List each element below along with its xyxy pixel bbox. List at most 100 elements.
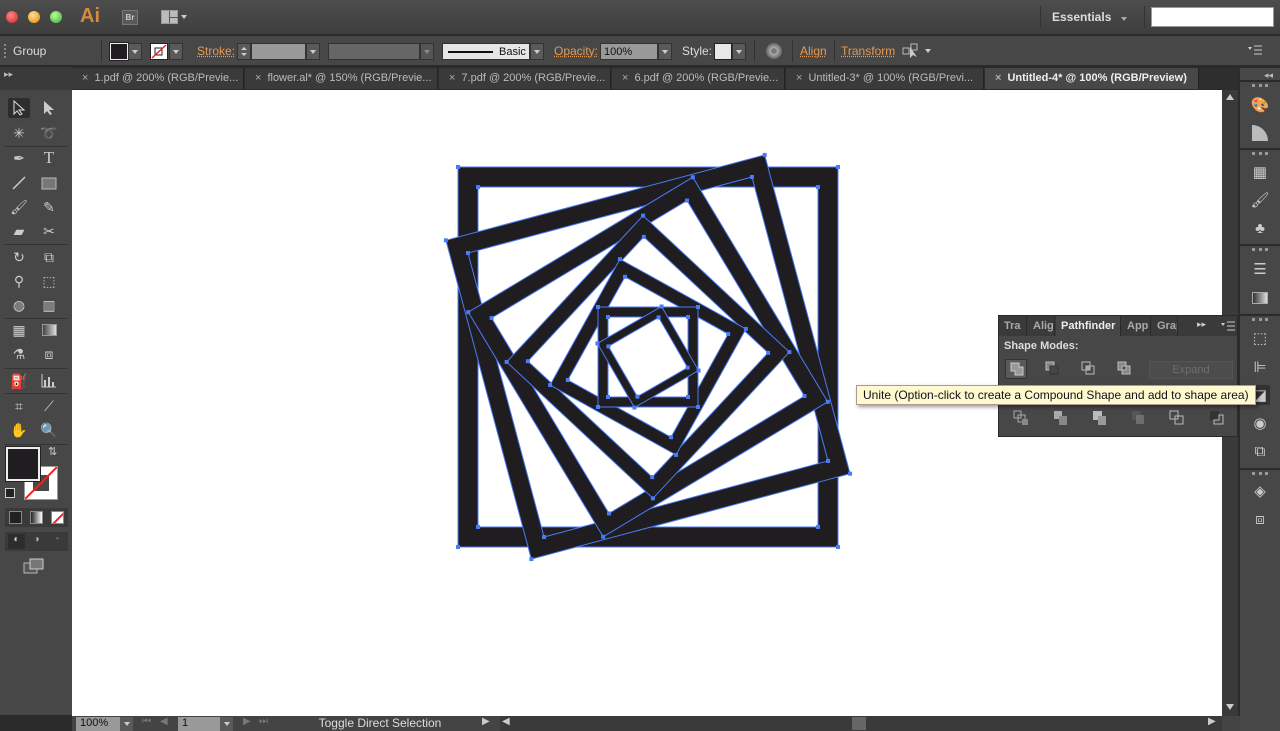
anchor-point[interactable] (685, 198, 690, 203)
isolate-group-icon[interactable] (902, 43, 920, 59)
line-segment-tool[interactable] (8, 173, 30, 193)
anchor-point[interactable] (641, 213, 646, 218)
fill-dropdown[interactable] (128, 43, 142, 60)
tab-untitled-4[interactable]: × Untitled-4* @ 100% (RGB/Preview) (985, 68, 1199, 89)
close-tab-icon[interactable]: × (255, 72, 261, 84)
color-mode-button[interactable] (9, 511, 22, 524)
align-panel-icon[interactable]: ⊫ (1250, 357, 1270, 377)
column-graph-tool[interactable] (38, 371, 60, 391)
status-message[interactable]: Toggle Direct Selection (280, 716, 480, 731)
stroke-weight-field[interactable] (251, 43, 306, 60)
perspective-grid-tool[interactable]: ▥ (38, 295, 60, 315)
anchor-point[interactable] (749, 174, 754, 179)
scroll-down-icon[interactable] (1226, 704, 1234, 710)
anchor-point[interactable] (606, 315, 610, 319)
eyedropper-tool[interactable]: ⚗ (8, 344, 30, 364)
scroll-right-icon[interactable]: ▶ (1208, 716, 1216, 727)
anchor-point[interactable] (836, 545, 840, 549)
anchor-point[interactable] (596, 305, 600, 309)
anchor-point[interactable] (466, 310, 471, 315)
type-tool[interactable]: T (38, 148, 60, 168)
anchor-point[interactable] (617, 257, 622, 262)
grip-handle[interactable] (4, 44, 6, 58)
fill-color-box[interactable] (5, 446, 41, 482)
anchor-point[interactable] (743, 326, 748, 331)
minus-front-button[interactable] (1041, 359, 1063, 379)
anchor-point[interactable] (601, 534, 606, 539)
stroke-weight-stepper[interactable] (237, 43, 251, 60)
hand-tool[interactable]: ✋ (8, 420, 30, 440)
free-transform-tool[interactable]: ⬚ (38, 271, 60, 291)
anchor-point[interactable] (623, 274, 628, 279)
gradient-panel-icon[interactable] (1250, 288, 1270, 308)
draw-behind-button[interactable]: ◑ (28, 534, 45, 549)
anchor-point[interactable] (542, 535, 547, 540)
artboard-tool[interactable]: ⌗ (8, 396, 30, 416)
anchor-point[interactable] (766, 350, 771, 355)
close-tab-icon[interactable]: × (82, 72, 88, 84)
style-dropdown[interactable] (732, 43, 746, 60)
next-artboard-icon[interactable]: ▶ (243, 716, 251, 727)
symbols-icon[interactable]: ♣ (1250, 218, 1270, 238)
anchor-point[interactable] (848, 471, 853, 476)
pencil-tool[interactable]: ✎ (38, 197, 60, 217)
appearance-panel-icon[interactable]: ◉ (1250, 413, 1270, 433)
scroll-up-icon[interactable] (1226, 94, 1234, 100)
scroll-thumb[interactable] (852, 717, 866, 730)
stroke-panel-icon[interactable]: ☰ (1250, 259, 1270, 279)
variable-width-dropdown[interactable] (420, 43, 434, 60)
anchor-point[interactable] (690, 175, 695, 180)
tab-1-pdf[interactable]: × 1.pdf @ 200% (RGB/Previe... (72, 68, 244, 89)
chevron-down-icon[interactable] (181, 15, 187, 19)
expand-button[interactable]: Expand (1149, 361, 1233, 379)
artboard-number-field[interactable]: 1 (178, 717, 220, 731)
anchor-point[interactable] (762, 152, 767, 157)
fill-swatch[interactable] (109, 42, 129, 61)
color-panel-icon[interactable]: 🎨 (1250, 95, 1270, 115)
anchor-point[interactable] (525, 359, 530, 364)
exclude-button[interactable] (1113, 359, 1135, 379)
zoom-level-field[interactable]: 100% (76, 717, 120, 731)
lasso-tool[interactable]: ➰ (38, 123, 60, 143)
anchor-point[interactable] (456, 165, 460, 169)
tab-7-pdf[interactable]: × 7.pdf @ 200% (RGB/Previe... (439, 68, 611, 89)
mesh-tool[interactable]: ▦ (8, 320, 30, 340)
anchor-point[interactable] (489, 315, 494, 320)
swap-colors-icon[interactable]: ⇅ (48, 445, 57, 458)
workspace-switcher[interactable]: Essentials (1052, 10, 1127, 24)
anchor-point[interactable] (816, 185, 820, 189)
anchor-point[interactable] (606, 511, 611, 516)
anchor-point[interactable] (686, 315, 690, 319)
direct-selection-tool[interactable] (38, 98, 60, 118)
more-tabs-icon[interactable]: ▸▸ (1197, 319, 1206, 330)
variable-width-profile[interactable] (328, 43, 420, 60)
close-tab-icon[interactable]: × (796, 72, 802, 84)
anchor-point[interactable] (826, 458, 831, 463)
arrange-documents-button[interactable] (161, 10, 178, 24)
anchor-point[interactable] (529, 557, 534, 562)
tab-align[interactable]: Alig (1028, 316, 1055, 336)
scale-tool[interactable]: ⧉ (38, 247, 60, 267)
align-panel-link[interactable]: Align (800, 44, 827, 58)
anchor-point[interactable] (787, 350, 792, 355)
pen-tool[interactable]: ✒ (8, 148, 30, 168)
anchor-point[interactable] (606, 344, 611, 349)
chevron-down-icon[interactable] (925, 49, 931, 53)
symbol-sprayer-tool[interactable]: ⛽ (8, 371, 30, 391)
rectangle-tool[interactable] (38, 173, 60, 193)
unite-button[interactable] (1005, 359, 1027, 379)
anchor-point[interactable] (595, 341, 600, 346)
tab-flower-al[interactable]: × flower.al* @ 150% (RGB/Previe... (245, 68, 438, 89)
anchor-point[interactable] (674, 452, 679, 457)
graphic-style-swatch[interactable] (714, 43, 732, 60)
anchor-point[interactable] (685, 365, 690, 370)
puppet-warp-tool[interactable]: ⚲ (8, 271, 30, 291)
tab-transform[interactable]: Tra (999, 316, 1027, 336)
opacity-panel-link[interactable]: Opacity: (554, 44, 598, 58)
close-tab-icon[interactable]: × (449, 72, 455, 84)
panel-menu-icon[interactable] (1221, 321, 1235, 331)
tab-graphic-styles[interactable]: Grap (1152, 316, 1178, 336)
zoom-window-button[interactable] (50, 11, 62, 23)
anchor-point[interactable] (656, 315, 661, 320)
anchor-point[interactable] (565, 377, 570, 382)
